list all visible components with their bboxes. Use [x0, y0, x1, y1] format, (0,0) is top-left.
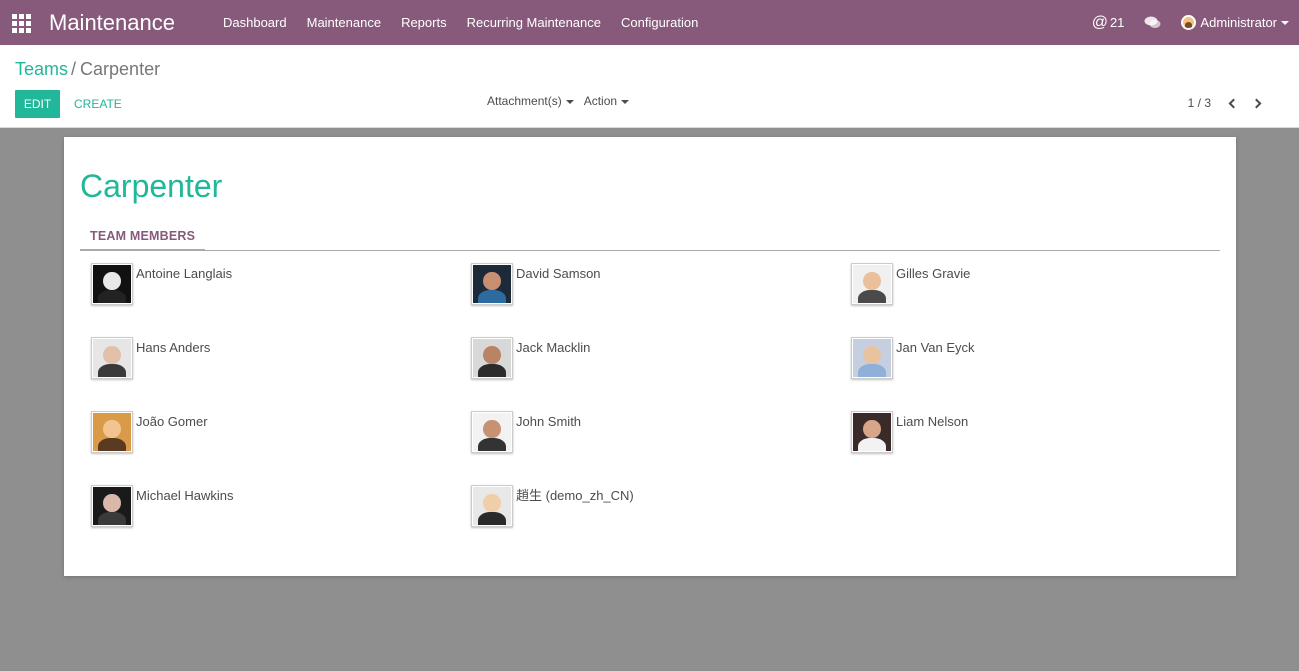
control-panel: Teams / Carpenter EDIT CREATE Attachment(s… [0, 45, 1299, 128]
chevron-left-icon [1228, 98, 1239, 108]
menu-item-recurring-maintenance[interactable]: Recurring Maintenance [457, 0, 611, 45]
menu-item-dashboard[interactable]: Dashboard [213, 0, 297, 45]
caret-down-icon [1281, 20, 1289, 25]
member-avatar [91, 263, 133, 305]
member-name: Jack Macklin [516, 340, 591, 355]
member-avatar [471, 337, 513, 379]
team-member-card[interactable]: Gilles Gravie [851, 263, 1211, 307]
messaging-menu[interactable] [1124, 16, 1161, 29]
form-sheet: Carpenter TEAM MEMBERS Antoine Langlais … [64, 137, 1236, 576]
member-avatar [851, 337, 893, 379]
member-avatar [91, 485, 133, 527]
caret-down-icon [621, 99, 630, 104]
member-photo [853, 339, 891, 377]
pager-previous-button[interactable] [1219, 93, 1245, 113]
member-photo [473, 265, 511, 303]
team-member-card[interactable]: David Samson [471, 263, 831, 307]
member-name: Liam Nelson [896, 414, 969, 429]
member-photo [93, 487, 131, 525]
tab-team-members[interactable]: TEAM MEMBERS [80, 224, 206, 251]
menu-item-reports[interactable]: Reports [391, 0, 457, 45]
main-menu: Dashboard Maintenance Reports Recurring … [213, 0, 708, 45]
member-name: Antoine Langlais [136, 266, 233, 281]
action-label: Action [583, 94, 618, 108]
apps-grid-icon[interactable] [12, 14, 31, 33]
at-sign-icon: @ [1091, 13, 1108, 31]
member-name: 趙生 (demo_zh_CN) [516, 488, 634, 503]
sidebar-actions: Attachment(s) Action [487, 94, 639, 108]
edit-button[interactable]: EDIT [15, 90, 60, 118]
pager-next-button[interactable] [1245, 93, 1271, 113]
member-avatar [471, 263, 513, 305]
pager-value[interactable]: 1 / 3 [1188, 96, 1211, 110]
attachments-dropdown[interactable]: Attachment(s) [487, 94, 574, 108]
member-avatar [471, 485, 513, 527]
member-name: Hans Anders [136, 340, 211, 355]
app-name[interactable]: Maintenance [49, 10, 175, 36]
record-title: Carpenter [80, 168, 223, 204]
team-member-card[interactable]: João Gomer [91, 411, 451, 455]
user-menu[interactable]: Administrator [1181, 15, 1289, 30]
member-photo [853, 265, 891, 303]
breadcrumb-separator: / [71, 59, 77, 79]
menu-item-configuration[interactable]: Configuration [611, 0, 708, 45]
team-member-card[interactable]: Antoine Langlais [91, 263, 451, 307]
member-avatar [851, 411, 893, 453]
attachments-label: Attachment(s) [487, 94, 562, 108]
chevron-right-icon [1251, 98, 1262, 108]
team-member-card[interactable]: John Smith [471, 411, 831, 455]
breadcrumb: Teams / Carpenter [15, 58, 160, 80]
member-photo [93, 339, 131, 377]
team-member-card[interactable]: Michael Hawkins [91, 485, 451, 529]
team-member-card[interactable]: Liam Nelson [851, 411, 1211, 455]
mentions-indicator[interactable]: @ 21 [1092, 14, 1125, 32]
member-photo [473, 413, 511, 451]
team-member-card[interactable]: 趙生 (demo_zh_CN) [471, 485, 831, 529]
caret-down-icon [565, 99, 574, 104]
member-name: John Smith [516, 414, 582, 429]
member-avatar [91, 411, 133, 453]
team-member-card[interactable]: Jan Van Eyck [851, 337, 1211, 381]
member-photo [93, 265, 131, 303]
member-name: Michael Hawkins [136, 488, 234, 503]
mentions-count: 21 [1109, 15, 1125, 30]
member-avatar [851, 263, 893, 305]
team-member-card[interactable]: Jack Macklin [471, 337, 831, 381]
user-avatar [1181, 15, 1197, 30]
member-name: João Gomer [136, 414, 208, 429]
chat-bubbles-icon [1144, 16, 1161, 28]
breadcrumb-teams-link[interactable]: Teams [15, 59, 68, 79]
user-name: Administrator [1200, 15, 1277, 30]
breadcrumb-current: Carpenter [80, 59, 161, 79]
team-member-card[interactable]: Hans Anders [91, 337, 451, 381]
top-navbar: Maintenance Dashboard Maintenance Report… [0, 0, 1299, 45]
member-name: Jan Van Eyck [896, 340, 975, 355]
pager: 1 / 3 [1188, 93, 1271, 113]
create-button[interactable]: CREATE [68, 90, 128, 118]
notebook-tabs: TEAM MEMBERS [80, 224, 1220, 251]
menu-item-maintenance[interactable]: Maintenance [297, 0, 391, 45]
member-avatar [471, 411, 513, 453]
action-dropdown[interactable]: Action [583, 94, 630, 108]
member-name: Gilles Gravie [896, 266, 971, 281]
member-name: David Samson [516, 266, 601, 281]
member-avatar [91, 337, 133, 379]
member-photo [853, 413, 891, 451]
member-photo [473, 339, 511, 377]
member-photo [473, 487, 511, 525]
systray: @ 21 Administrator [1092, 0, 1289, 45]
member-photo [93, 413, 131, 451]
